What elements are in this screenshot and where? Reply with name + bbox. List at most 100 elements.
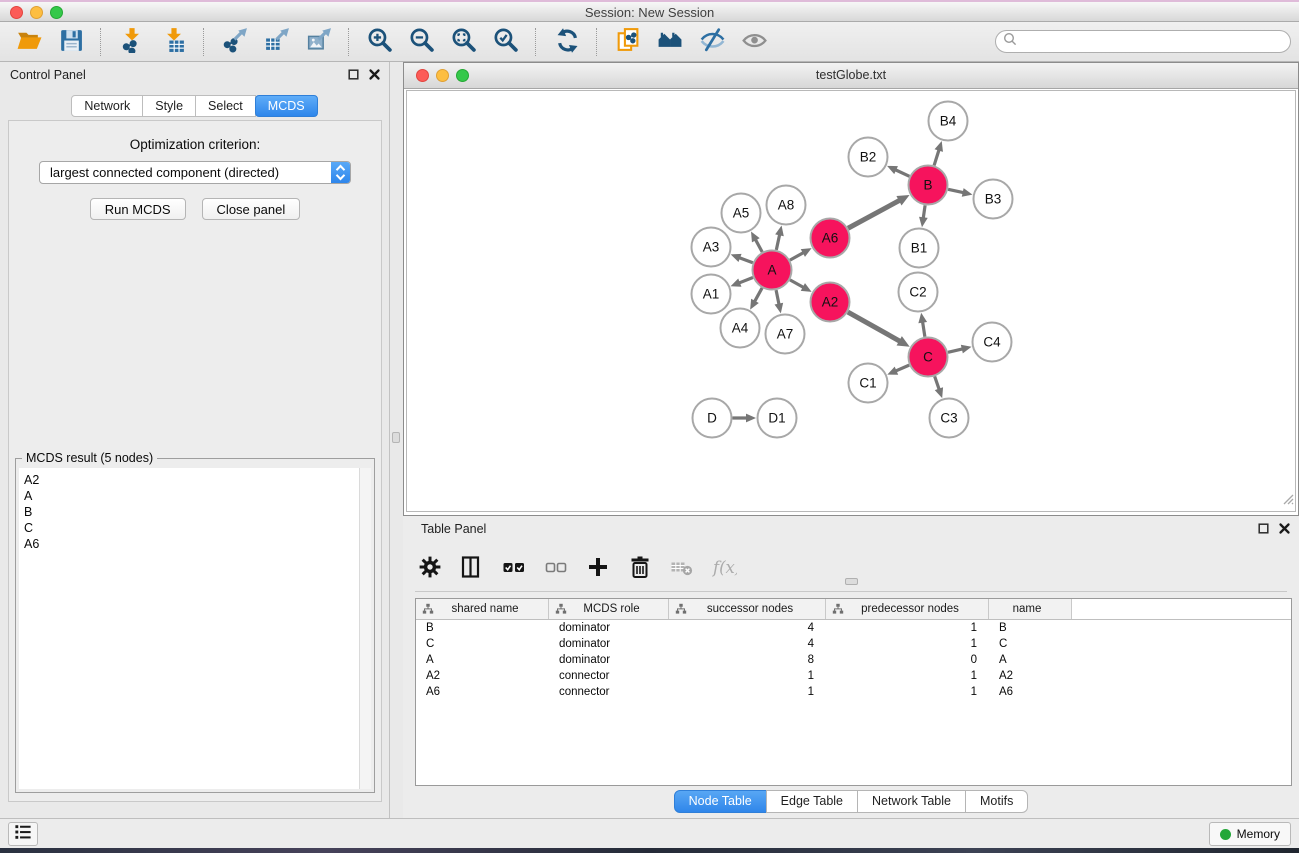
edge-A-A2[interactable] bbox=[790, 280, 812, 292]
tab-select[interactable]: Select bbox=[195, 95, 256, 117]
table-row[interactable]: Cdominator41C bbox=[416, 636, 1291, 652]
task-history-button[interactable] bbox=[8, 822, 38, 846]
column-header-predecessor-nodes[interactable]: predecessor nodes bbox=[826, 599, 989, 619]
column-header-successor-nodes[interactable]: successor nodes bbox=[669, 599, 826, 619]
resize-grip-icon[interactable] bbox=[1280, 491, 1294, 510]
column-header-MCDS-role[interactable]: MCDS role bbox=[549, 599, 669, 619]
edge-C-C2[interactable] bbox=[918, 313, 927, 337]
node-A6[interactable]: A6 bbox=[811, 219, 850, 258]
edge-A-A5[interactable] bbox=[751, 231, 762, 252]
edge-C-C3[interactable] bbox=[935, 376, 943, 398]
memory-button[interactable]: Memory bbox=[1209, 822, 1291, 846]
node-A4[interactable]: A4 bbox=[721, 309, 760, 348]
edge-A2-C[interactable] bbox=[848, 312, 910, 347]
show-hidden-button[interactable] bbox=[737, 26, 769, 58]
node-D1[interactable]: D1 bbox=[758, 399, 797, 438]
node-A[interactable]: A bbox=[753, 251, 792, 290]
edge-B-B2[interactable] bbox=[887, 166, 909, 176]
node-A3[interactable]: A3 bbox=[692, 228, 731, 267]
edge-A-A8[interactable] bbox=[775, 226, 784, 250]
search-input[interactable] bbox=[1017, 33, 1290, 51]
column-visibility-button[interactable] bbox=[457, 555, 487, 585]
edge-A6-B[interactable] bbox=[848, 195, 909, 228]
export-table-button[interactable] bbox=[260, 26, 292, 58]
edge-C-C4[interactable] bbox=[948, 345, 972, 354]
node-B[interactable]: B bbox=[909, 166, 948, 205]
node-C2[interactable]: C2 bbox=[899, 273, 938, 312]
zoom-selected-button[interactable] bbox=[489, 26, 521, 58]
node-C4[interactable]: C4 bbox=[973, 323, 1012, 362]
close-panel-icon[interactable] bbox=[368, 68, 381, 81]
vertical-splitter[interactable] bbox=[390, 62, 403, 818]
network-canvas[interactable]: B4 B2 B B3 A8A5 A6 A3 B1 A C2 A1 A2 A4A7 C4 C C1 C3 D D1 bbox=[406, 90, 1296, 512]
add-column-button[interactable] bbox=[583, 555, 613, 585]
close-panel-button[interactable]: Close panel bbox=[202, 198, 301, 220]
mcds-result-item[interactable]: A bbox=[19, 488, 359, 504]
table-settings-button[interactable] bbox=[415, 555, 445, 585]
optimization-criterion-select[interactable]: largest connected component (directed) bbox=[39, 161, 351, 184]
close-table-panel-icon[interactable] bbox=[1278, 522, 1291, 535]
node-A2[interactable]: A2 bbox=[811, 283, 850, 322]
run-mcds-button[interactable]: Run MCDS bbox=[90, 198, 186, 220]
tab-node-table[interactable]: Node Table bbox=[674, 790, 767, 813]
edge-B-B4[interactable] bbox=[934, 141, 943, 165]
edge-D-D1[interactable] bbox=[733, 414, 757, 423]
tab-edge-table[interactable]: Edge Table bbox=[766, 790, 858, 813]
export-image-button[interactable] bbox=[302, 26, 334, 58]
node-A8[interactable]: A8 bbox=[767, 186, 806, 225]
mcds-result-item[interactable]: C bbox=[19, 520, 359, 536]
import-table-button[interactable] bbox=[157, 26, 189, 58]
zoom-in-button[interactable] bbox=[363, 26, 395, 58]
save-session-button[interactable] bbox=[54, 26, 86, 58]
mcds-result-item[interactable]: B bbox=[19, 504, 359, 520]
column-header-name[interactable]: name bbox=[989, 599, 1072, 619]
node-A5[interactable]: A5 bbox=[722, 194, 761, 233]
node-B1[interactable]: B1 bbox=[900, 229, 939, 268]
node-B4[interactable]: B4 bbox=[929, 102, 968, 141]
network-window-titlebar[interactable]: testGlobe.txt bbox=[404, 63, 1298, 89]
edge-A-A7[interactable] bbox=[775, 290, 784, 313]
edge-B-B3[interactable] bbox=[948, 188, 972, 197]
edge-A-A3[interactable] bbox=[731, 254, 753, 263]
delete-table-button[interactable] bbox=[667, 555, 697, 585]
export-network-button[interactable] bbox=[218, 26, 250, 58]
import-network-button[interactable] bbox=[115, 26, 147, 58]
node-C[interactable]: C bbox=[909, 338, 948, 377]
duplicate-network-button[interactable] bbox=[611, 26, 643, 58]
node-C1[interactable]: C1 bbox=[849, 364, 888, 403]
tab-style[interactable]: Style bbox=[142, 95, 196, 117]
tab-network-table[interactable]: Network Table bbox=[857, 790, 966, 813]
tab-network[interactable]: Network bbox=[71, 95, 143, 117]
function-builder-button[interactable]: f(x) bbox=[709, 555, 739, 585]
splitter-grip[interactable] bbox=[392, 432, 400, 443]
node-C3[interactable]: C3 bbox=[930, 399, 969, 438]
edge-A-A1[interactable] bbox=[731, 278, 753, 287]
clear-checks-button[interactable] bbox=[541, 555, 571, 585]
edge-A-A6[interactable] bbox=[790, 248, 812, 260]
delete-column-button[interactable] bbox=[625, 555, 655, 585]
edge-B-B1[interactable] bbox=[919, 205, 928, 227]
table-row[interactable]: Bdominator41B bbox=[416, 620, 1291, 636]
zoom-fit-button[interactable] bbox=[447, 26, 479, 58]
column-header-shared-name[interactable]: shared name bbox=[416, 599, 549, 619]
node-D[interactable]: D bbox=[693, 399, 732, 438]
node-A1[interactable]: A1 bbox=[692, 275, 731, 314]
zoom-out-button[interactable] bbox=[405, 26, 437, 58]
open-session-button[interactable] bbox=[12, 26, 44, 58]
table-row[interactable]: A6connector11A6 bbox=[416, 684, 1291, 700]
select-all-checks-button[interactable] bbox=[499, 555, 529, 585]
mcds-result-item[interactable]: A2 bbox=[19, 472, 359, 488]
edge-C-C1[interactable] bbox=[887, 365, 909, 375]
float-table-panel-icon[interactable] bbox=[1257, 522, 1270, 535]
mcds-result-item[interactable]: A6 bbox=[19, 536, 359, 552]
tab-motifs[interactable]: Motifs bbox=[965, 790, 1028, 813]
table-row[interactable]: A2connector11A2 bbox=[416, 668, 1291, 684]
show-neighbors-button[interactable] bbox=[653, 26, 685, 58]
edge-A-A4[interactable] bbox=[750, 288, 762, 310]
table-row[interactable]: Adominator80A bbox=[416, 652, 1291, 668]
node-B2[interactable]: B2 bbox=[849, 138, 888, 177]
horizontal-splitter-grip[interactable] bbox=[845, 578, 858, 585]
tab-mcds[interactable]: MCDS bbox=[255, 95, 318, 117]
node-B3[interactable]: B3 bbox=[974, 180, 1013, 219]
node-A7[interactable]: A7 bbox=[766, 315, 805, 354]
